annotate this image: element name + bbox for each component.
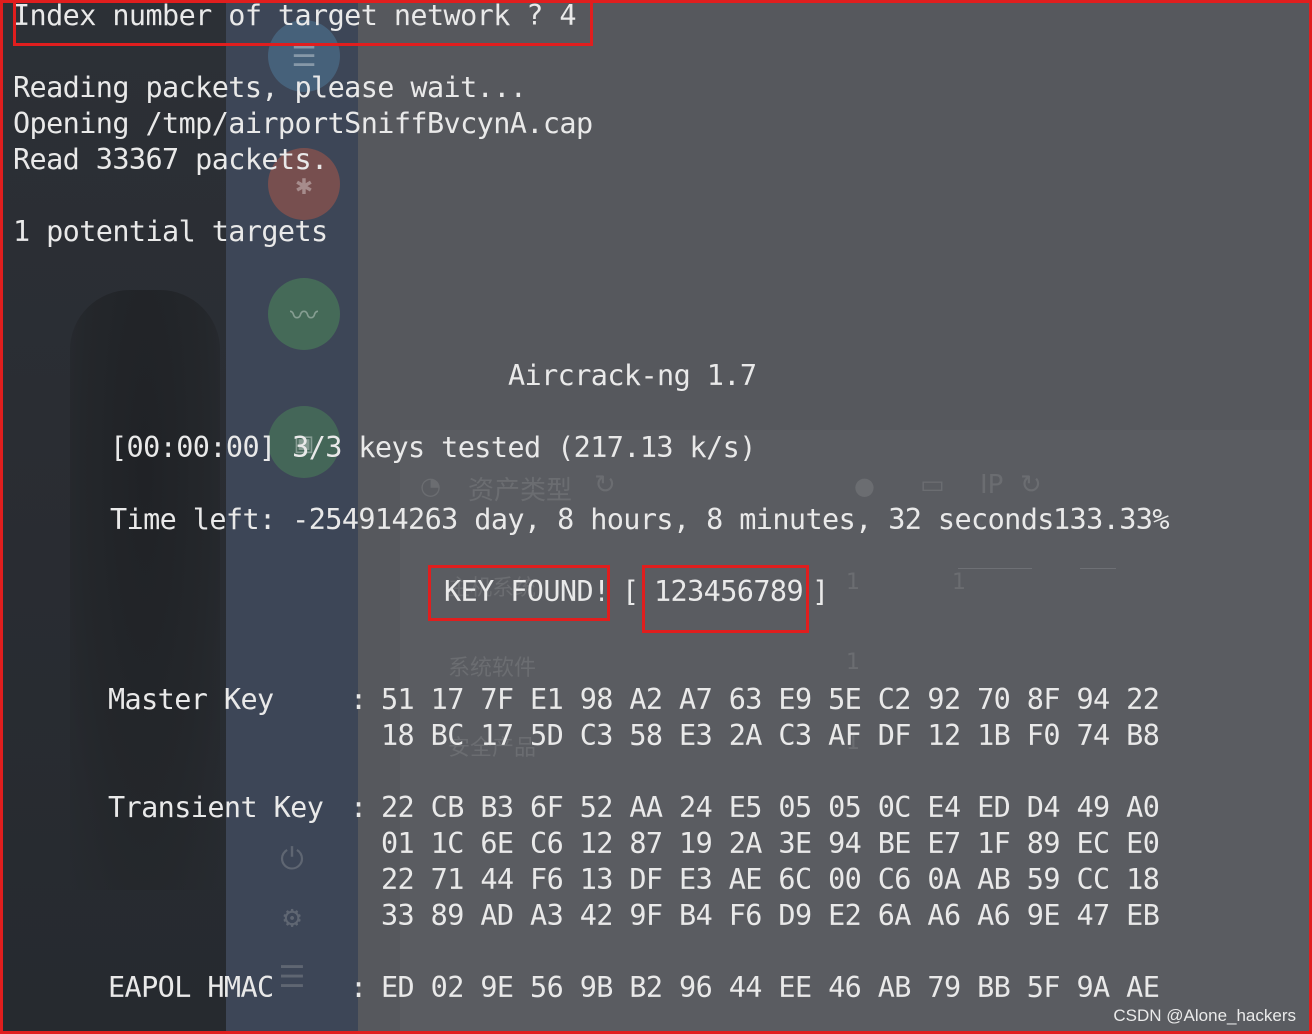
- eapol-hmac-colon: :: [350, 971, 367, 1004]
- transient-key-line: 22 CB B3 6F 52 AA 24 E5 05 05 0C E4 ED D…: [381, 791, 1160, 824]
- keys-tested-line: [00:00:00] 3/3 keys tested (217.13 k/s): [110, 431, 756, 464]
- key-bracket-close: ]: [812, 575, 829, 608]
- eapol-hmac-line: ED 02 9E 56 9B B2 96 44 EE 46 AB 79 BB 5…: [381, 971, 1160, 1004]
- key-bracket-open: [: [622, 575, 639, 608]
- highlight-key-value: [642, 565, 809, 633]
- reading-line: Reading packets, please wait...: [13, 71, 527, 104]
- time-left-line: Time left: -254914263 day, 8 hours, 8 mi…: [110, 503, 1054, 536]
- transient-key-label: Transient Key: [108, 791, 324, 824]
- highlight-key-found: [428, 565, 610, 621]
- transient-key-colon: :: [350, 791, 367, 824]
- transient-key-line: 01 1C 6E C6 12 87 19 2A 3E 94 BE E7 1F 8…: [381, 827, 1160, 860]
- eapol-hmac-label: EAPOL HMAC: [108, 971, 274, 1004]
- terminal-output: Index number of target network ? 4 Readi…: [0, 0, 1312, 1034]
- highlight-target-prompt: [13, 0, 593, 46]
- opening-line: Opening /tmp/airportSniffBvcynA.cap: [13, 107, 593, 140]
- transient-key-line: 22 71 44 F6 13 DF E3 AE 6C 00 C6 0A AB 5…: [381, 863, 1160, 896]
- transient-key-line: 33 89 AD A3 42 9F B4 F6 D9 E2 6A A6 A6 9…: [381, 899, 1160, 932]
- watermark: CSDN @Alone_hackers: [1113, 1006, 1296, 1025]
- master-key-line: 51 17 7F E1 98 A2 A7 63 E9 5E C2 92 70 8…: [381, 683, 1160, 716]
- master-key-label: Master Key: [108, 683, 274, 716]
- master-key-colon: :: [350, 683, 367, 716]
- targets-line: 1 potential targets: [13, 215, 328, 248]
- read-count-line: Read 33367 packets.: [13, 143, 328, 176]
- tool-version: Aircrack-ng 1.7: [508, 359, 757, 392]
- progress-percent: 133.33%: [1053, 503, 1170, 536]
- master-key-line: 18 BC 17 5D C3 58 E3 2A C3 AF DF 12 1B F…: [381, 719, 1160, 752]
